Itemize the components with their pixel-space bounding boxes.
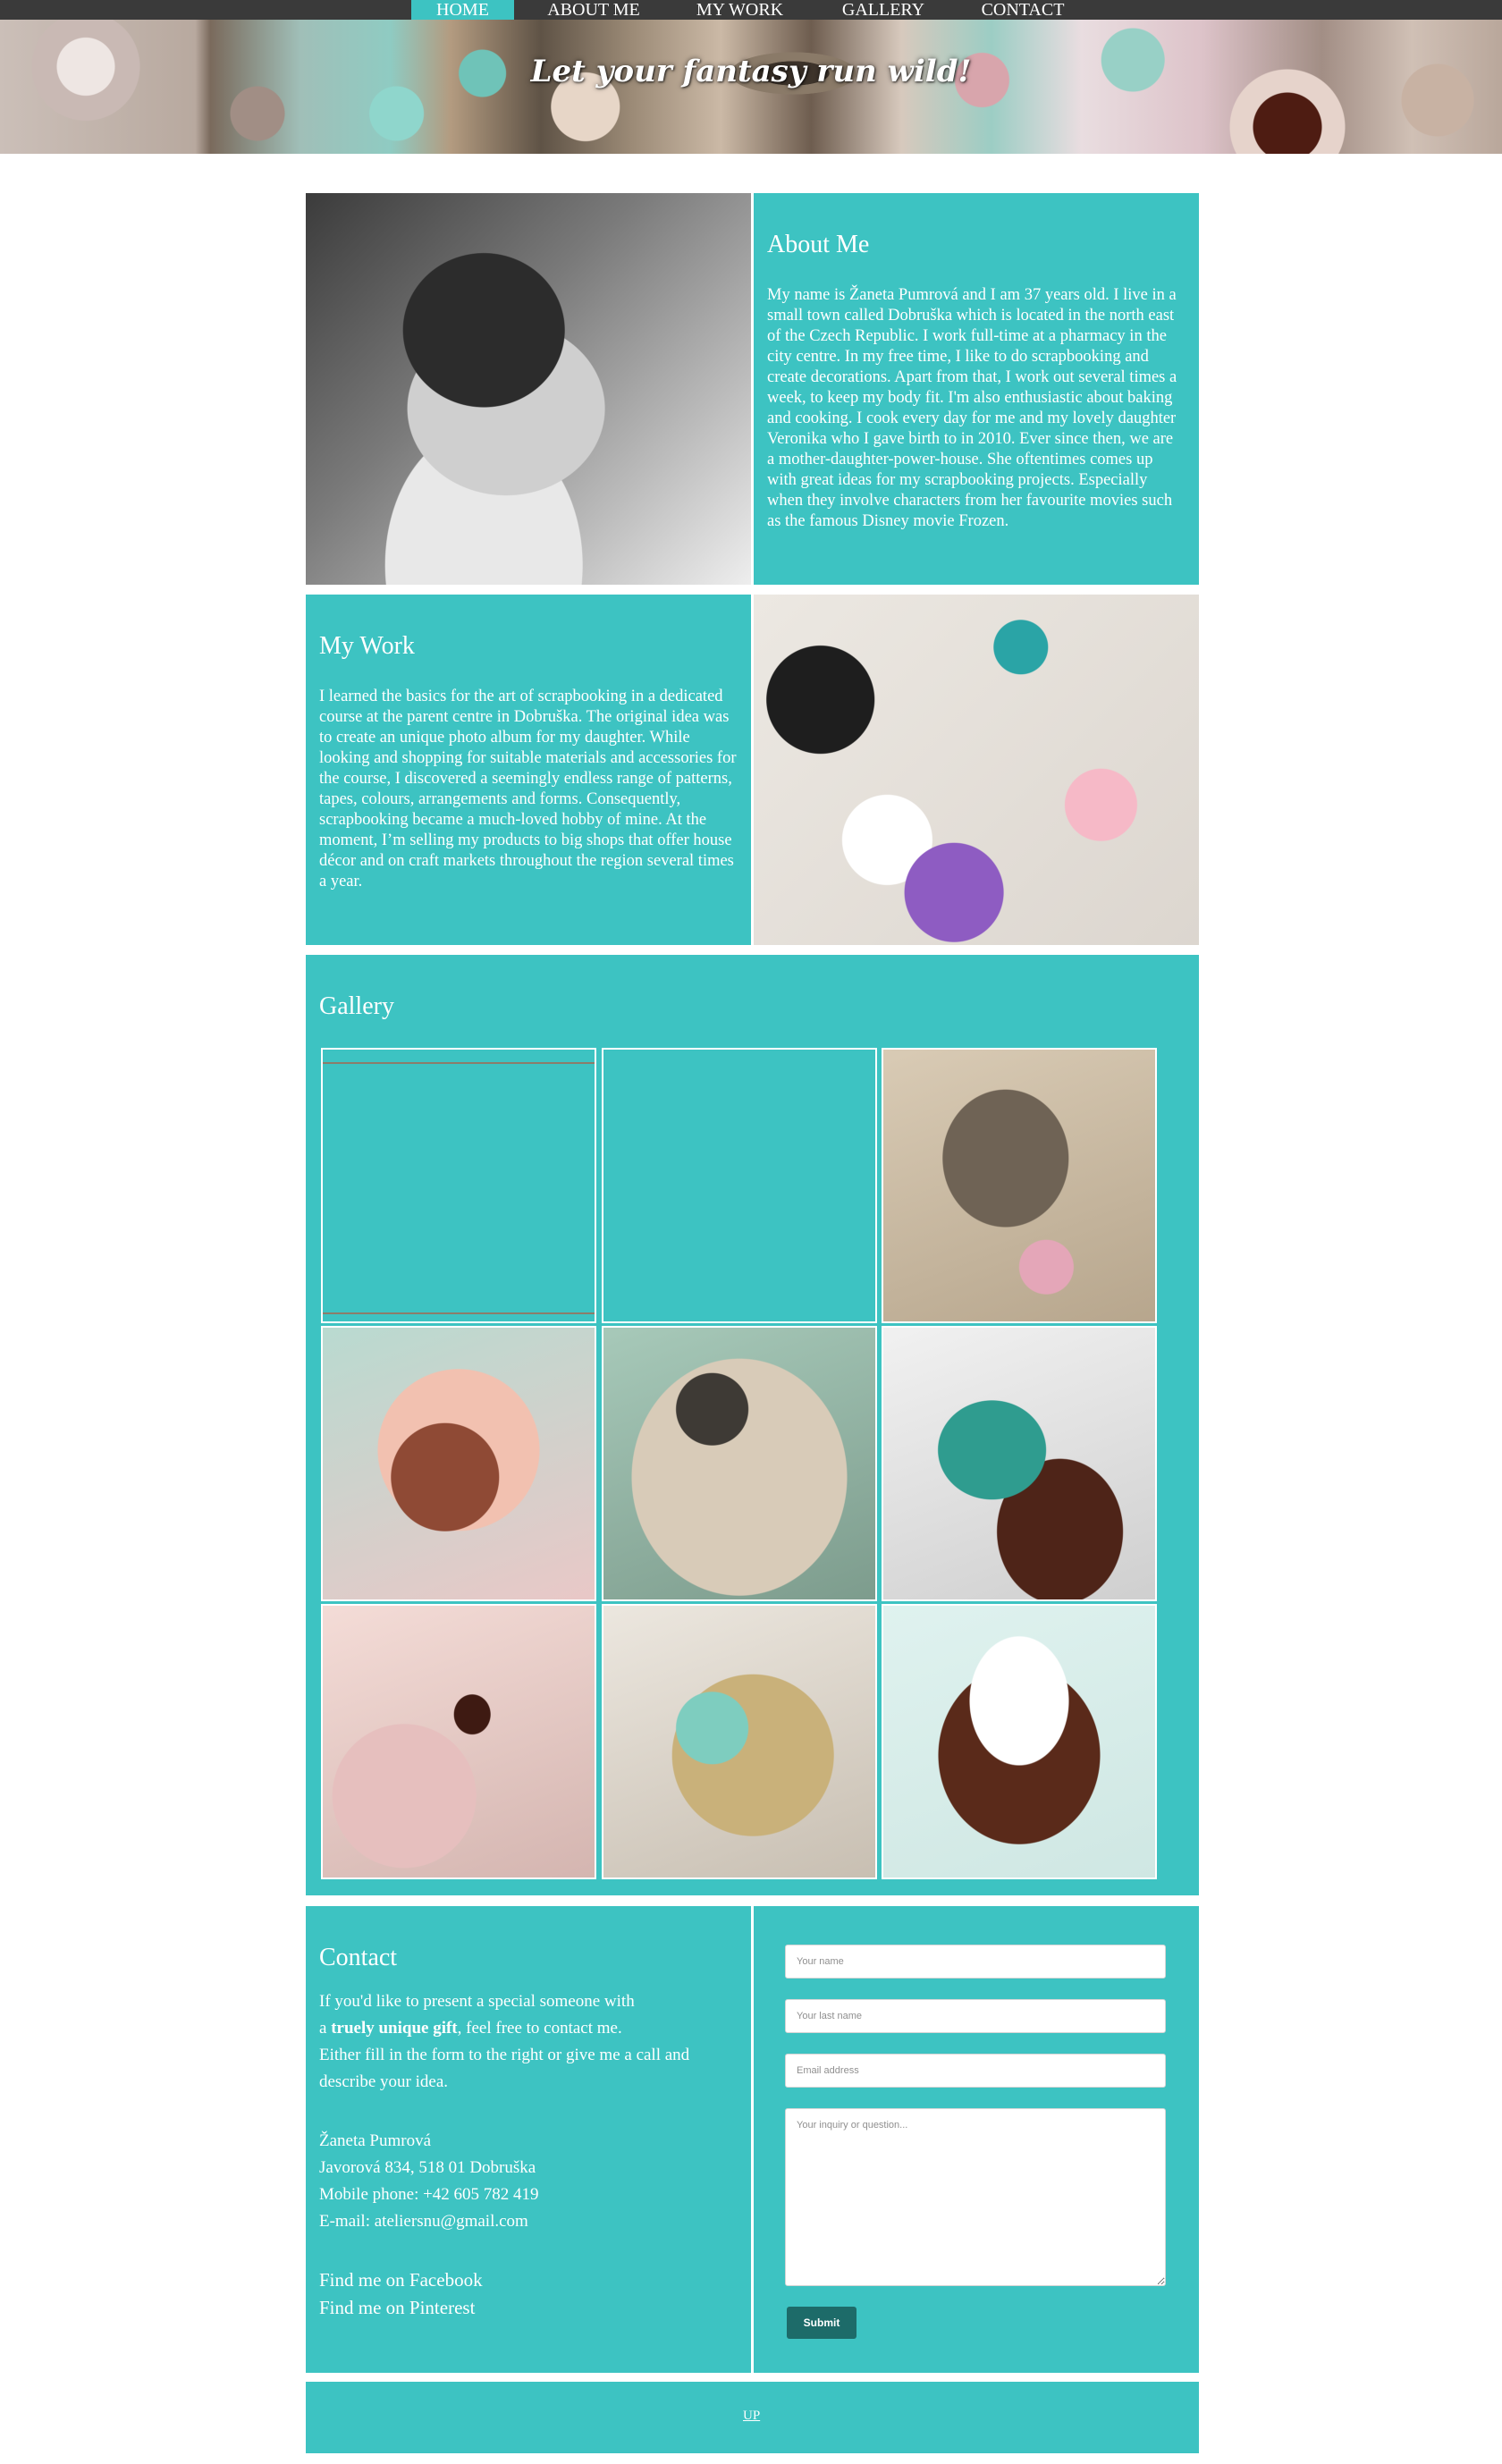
about-text: My name is Žaneta Pumrová and I am 37 ye…	[767, 286, 1177, 530]
contact-intro-line-2: a truely unique gift, feel free to conta…	[319, 2019, 622, 2038]
header-tagline: Let your fantasy run wild!	[530, 54, 972, 89]
header-banner: Let your fantasy run wild!	[0, 20, 1502, 154]
gallery-image-7[interactable]	[321, 1604, 596, 1879]
gallery-image-9[interactable]	[882, 1604, 1157, 1879]
gallery-image-4[interactable]	[321, 1326, 596, 1601]
contact-address: Javorová 834, 518 01 Dobruška	[319, 2158, 536, 2177]
contact-email: E-mail: ateliersnu@gmail.com	[319, 2212, 528, 2231]
gallery-image-3[interactable]	[882, 1048, 1157, 1323]
gallery-section: Gallery	[306, 955, 1199, 1895]
gallery-title: Gallery	[319, 992, 394, 1020]
contact-details: Žaneta Pumrová Javorová 834, 518 01 Dobr…	[319, 2128, 739, 2235]
gallery-image-6[interactable]	[882, 1326, 1157, 1601]
top-nav: HOME ABOUT ME MY WORK GALLERY CONTACT	[0, 0, 1502, 20]
about-portrait-photo	[306, 193, 751, 585]
gallery-image-8[interactable]	[602, 1604, 877, 1879]
about-title: About Me	[767, 231, 870, 258]
contact-intro: If you'd like to present a special someo…	[319, 1988, 739, 2096]
nav-my-work[interactable]: MY WORK	[684, 0, 796, 20]
gallery-image-2[interactable]	[602, 1048, 877, 1323]
footer-section: UP	[306, 2382, 1199, 2453]
contact-name: Žaneta Pumrová	[319, 2131, 432, 2150]
nav-contact[interactable]: CONTACT	[970, 0, 1076, 20]
work-crafts-photo	[754, 595, 1199, 945]
contact-info-section: Contact If you'd like to present a speci…	[306, 1906, 751, 2373]
contact-intro-line-3: Either fill in the form to the right or …	[319, 2046, 690, 2064]
contact-form-section: Submit	[754, 1906, 1199, 2373]
contact-unique-gift: truely unique gift	[331, 2019, 458, 2038]
email-input[interactable]	[785, 2054, 1166, 2088]
contact-intro-line-1: If you'd like to present a special someo…	[319, 1992, 635, 2011]
work-title: My Work	[319, 632, 415, 660]
contact-title: Contact	[319, 1944, 398, 1971]
gallery-image-5[interactable]	[602, 1326, 877, 1601]
gallery-image-1[interactable]	[321, 1048, 596, 1323]
last-name-input[interactable]	[785, 1999, 1166, 2033]
nav-about-me[interactable]: ABOUT ME	[536, 0, 651, 20]
back-to-top-link[interactable]: UP	[743, 2409, 760, 2424]
first-name-input[interactable]	[785, 1945, 1166, 1979]
facebook-link[interactable]: Find me on Facebook	[319, 2269, 483, 2291]
about-section: About Me My name is Žaneta Pumrová and I…	[754, 193, 1199, 585]
work-text: I learned the basics for the art of scra…	[319, 688, 737, 890]
nav-gallery[interactable]: GALLERY	[830, 0, 937, 20]
work-section: My Work I learned the basics for the art…	[306, 595, 751, 945]
contact-mobile: Mobile phone: +42 605 782 419	[319, 2185, 539, 2204]
nav-home[interactable]: HOME	[411, 0, 514, 20]
inquiry-textarea[interactable]	[785, 2108, 1166, 2286]
submit-button[interactable]: Submit	[787, 2307, 856, 2339]
pinterest-link[interactable]: Find me on Pinterest	[319, 2297, 475, 2319]
contact-intro-line-4: describe your idea.	[319, 2072, 449, 2091]
